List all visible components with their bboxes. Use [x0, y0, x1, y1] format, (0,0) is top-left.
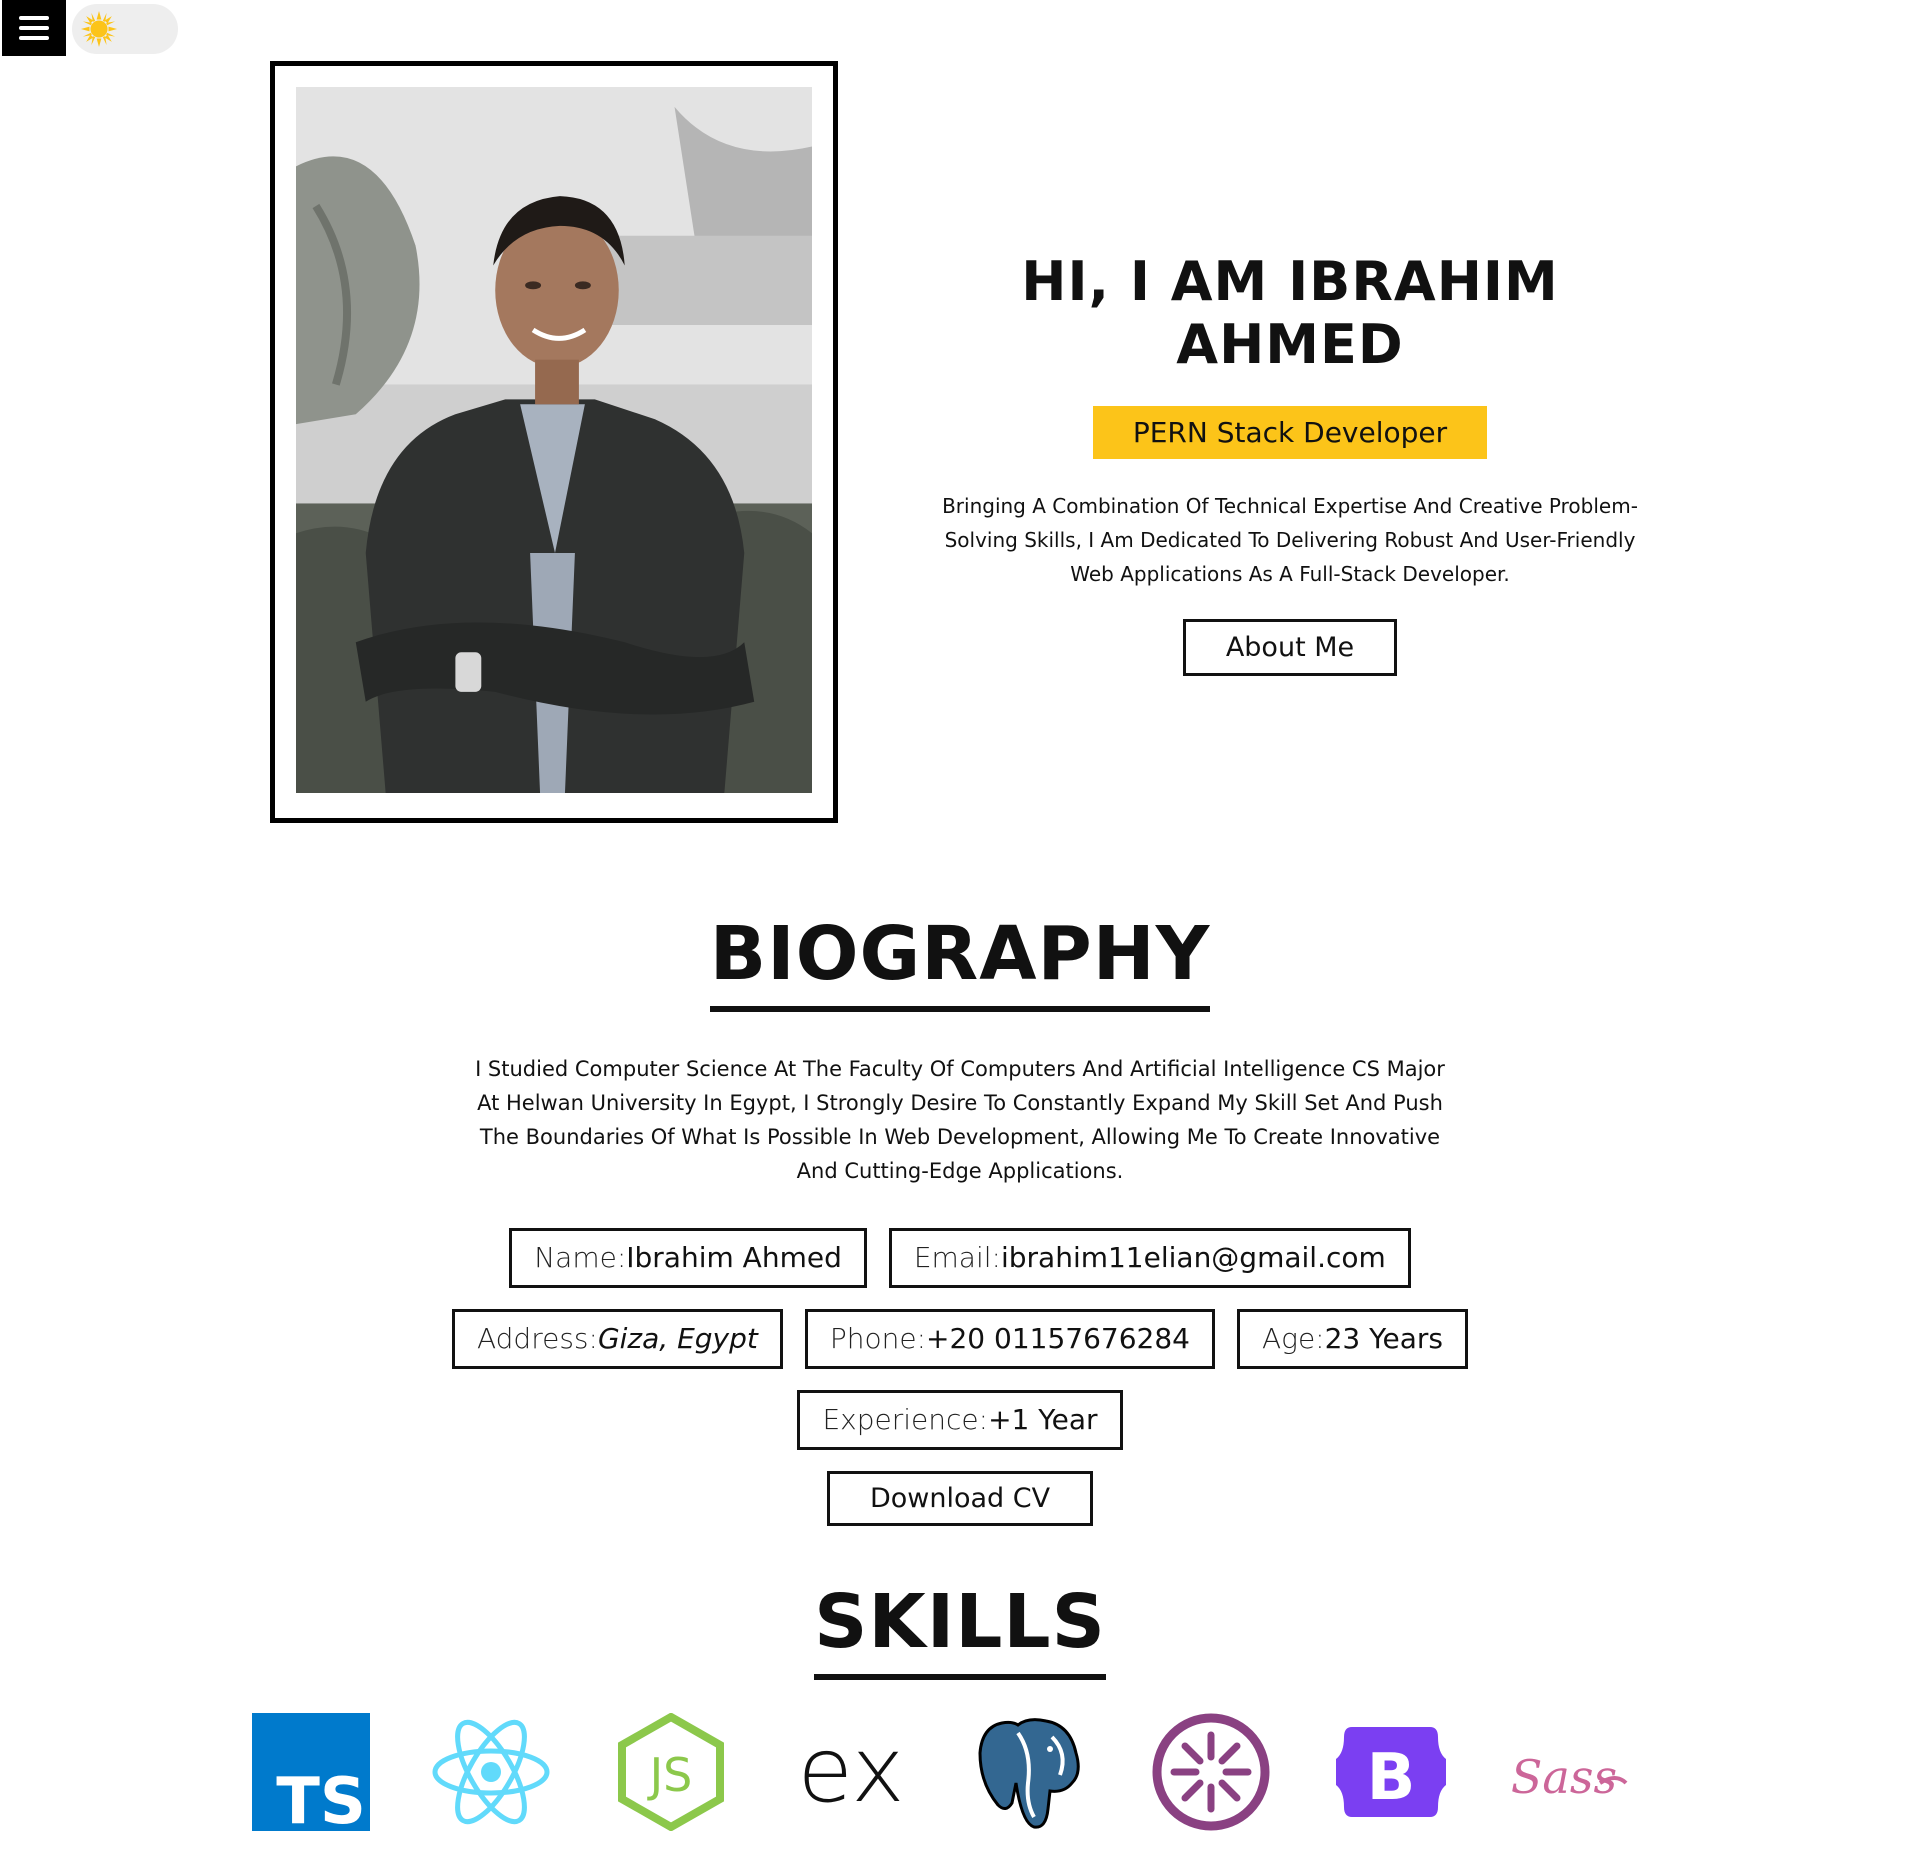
role-badge: PERN Stack Developer [1092, 406, 1488, 459]
skills-title: SKILLS [814, 1580, 1106, 1680]
react-icon [432, 1719, 550, 1825]
info-key: Phone: [829, 1322, 927, 1355]
info-value: 23 Years [1324, 1322, 1444, 1355]
nodejs-label: JS [647, 1748, 693, 1802]
info-value: Ibrahim Ahmed [626, 1241, 842, 1274]
skills-icons: TS JS ex B Sass [252, 1713, 1630, 1831]
hero-title: HI, I AM IBRAHIM AHMED [1021, 250, 1559, 376]
hero-description: Bringing A Combination Of Technical Expe… [942, 494, 1638, 586]
info-value: +20 01157676284 [926, 1322, 1190, 1355]
about-me-button[interactable]: About Me [1182, 619, 1398, 676]
sass-label: Sass [1512, 1750, 1617, 1804]
info-key: Address: [476, 1322, 598, 1355]
jest-icon [1152, 1713, 1270, 1831]
express-icon: ex [797, 1718, 904, 1823]
profile-photo-frame [270, 61, 838, 823]
info-key: Name: [534, 1241, 627, 1274]
info-row: Name:Ibrahim Ahmed Email:ibrahim11elian@… [509, 1228, 1411, 1288]
biography-text: I Studied Computer Science At The Facult… [475, 1057, 1445, 1183]
info-phone: Phone:+20 01157676284 [804, 1309, 1215, 1369]
sun-icon [80, 10, 118, 48]
info-name: Name:Ibrahim Ahmed [509, 1228, 867, 1288]
hero-intro: HI, I AM IBRAHIM AHMED PERN Stack Develo… [900, 250, 1680, 676]
info-key: Experience: [822, 1403, 989, 1436]
info-address: Address:Giza, Egypt [451, 1309, 783, 1369]
typescript-label: TS [276, 1765, 366, 1831]
skills-heading: SKILLS [0, 1580, 1920, 1680]
theme-toggle[interactable] [72, 4, 178, 54]
biography-heading: BIOGRAPHY [0, 912, 1920, 1012]
info-experience: Experience:+1 Year [797, 1390, 1123, 1450]
info-age: Age:23 Years [1236, 1309, 1469, 1369]
info-row: Download CV [826, 1471, 1094, 1526]
info-row: Address:Giza, Egypt Phone:+20 0115767628… [451, 1309, 1469, 1369]
sass-icon: Sass [1512, 1750, 1628, 1804]
info-email: Email:ibrahim11elian@gmail.com [888, 1228, 1411, 1288]
info-value: ibrahim11elian@gmail.com [1000, 1241, 1386, 1274]
info-value: +1 Year [988, 1403, 1098, 1436]
download-cv-button[interactable]: Download CV [826, 1471, 1094, 1526]
profile-photo [296, 87, 812, 793]
hamburger-menu-icon[interactable] [2, 0, 66, 56]
bootstrap-icon: B [1336, 1727, 1446, 1817]
info-key: Email: [913, 1241, 1001, 1274]
postgresql-icon [978, 1718, 1080, 1829]
typescript-icon: TS [252, 1713, 370, 1831]
nodejs-icon: JS [618, 1713, 724, 1831]
info-value: Giza, Egypt [597, 1322, 758, 1355]
portfolio-page: HI, I AM IBRAHIM AHMED PERN Stack Develo… [0, 0, 1920, 1861]
bootstrap-label: B [1367, 1741, 1416, 1815]
info-row: Experience:+1 Year [797, 1390, 1123, 1450]
express-label: ex [797, 1718, 904, 1823]
personal-info: Name:Ibrahim Ahmed Email:ibrahim11elian@… [0, 1228, 1920, 1526]
profile-photo-illustration [296, 87, 812, 793]
info-key: Age: [1261, 1322, 1325, 1355]
biography-title: BIOGRAPHY [709, 912, 1211, 1012]
